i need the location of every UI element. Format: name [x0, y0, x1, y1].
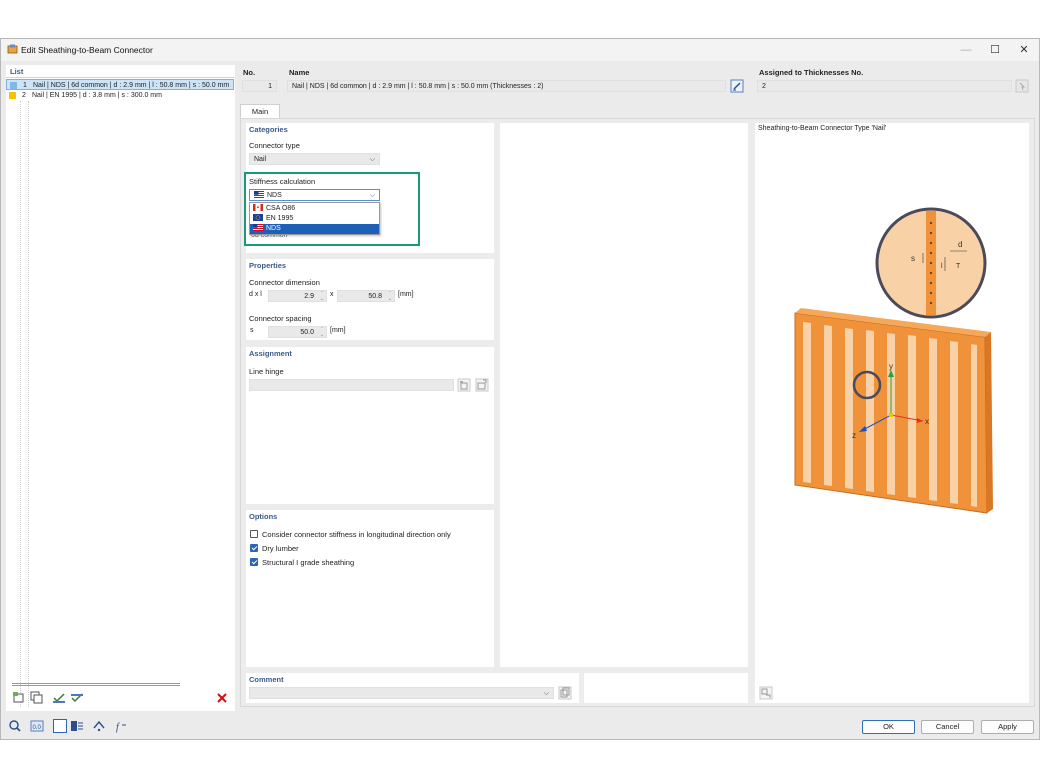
svg-text:0.0: 0.0: [33, 725, 42, 731]
horizontal-scrollbar[interactable]: [12, 683, 180, 684]
dimension-symbol: d x l: [249, 291, 262, 298]
name-label: Name: [289, 68, 310, 77]
assigned-field[interactable]: 2: [757, 80, 1012, 92]
copy-item-icon[interactable]: [30, 691, 44, 705]
longitudinal-only-checkbox[interactable]: [250, 530, 258, 538]
categories-title: Categories: [249, 125, 288, 134]
dialog-window: Edit Sheathing-to-Beam Connector — ☐ ✕ L…: [0, 38, 1040, 740]
spinner-icon[interactable]: ⌃ ⌄: [388, 291, 392, 301]
axis-x-label: x: [925, 417, 929, 426]
connector-type-value: Nail: [254, 156, 267, 163]
horizontal-scrollbar-track: [12, 685, 180, 686]
connector-type-label: Connector type: [249, 141, 300, 150]
detail-t-label: T: [956, 263, 961, 270]
highlight-frame: [244, 172, 420, 246]
info-icon[interactable]: [70, 719, 84, 733]
spacing-symbol: s: [250, 327, 254, 334]
edit-name-icon[interactable]: [730, 79, 744, 93]
l-input[interactable]: 50.8 ⌃ ⌄: [337, 290, 395, 302]
color-swatch: [9, 92, 16, 99]
chevron-down-icon: ⌵: [369, 156, 375, 163]
delete-icon[interactable]: [215, 691, 229, 705]
tab-main[interactable]: Main: [240, 104, 280, 119]
dry-lumber-checkbox[interactable]: [250, 544, 258, 552]
comment-side-panel: [584, 673, 748, 703]
list-item[interactable]: 1 Nail | NDS | 6d common | d : 2.9 mm | …: [6, 79, 234, 90]
cancel-button[interactable]: Cancel: [921, 720, 974, 734]
detail-s-label: s: [911, 254, 915, 263]
structural-i-checkbox[interactable]: [250, 558, 258, 566]
check-all-icon[interactable]: [52, 691, 66, 705]
properties-panel: Properties Connector dimension d x l 2.9…: [246, 259, 494, 340]
comment-input[interactable]: ⌵: [249, 687, 554, 699]
formula-icon[interactable]: f: [114, 719, 128, 733]
s-input[interactable]: 50.0 ⌃ ⌄: [268, 326, 327, 338]
select-line-hinge-icon[interactable]: [475, 378, 489, 392]
structural-i-label: Structural I grade sheathing: [262, 558, 355, 567]
name-field[interactable]: Nail | NDS | 6d common | d : 2.9 mm | l …: [287, 80, 726, 92]
comment-panel: Comment ⌵: [246, 673, 579, 703]
list-header: List: [10, 67, 24, 76]
no-field[interactable]: 1: [242, 80, 277, 92]
properties-title: Properties: [249, 261, 287, 270]
app-icon: [7, 44, 18, 54]
axis-y-label: y: [889, 362, 893, 371]
units-icon[interactable]: 0.0: [30, 719, 44, 733]
dry-lumber-label: Dry lumber: [262, 544, 299, 553]
uncheck-all-icon[interactable]: [70, 691, 84, 705]
middle-panel: [500, 123, 748, 667]
ok-button[interactable]: OK: [862, 720, 915, 734]
d-input[interactable]: 2.9 ⌃ ⌄: [268, 290, 327, 302]
list-divider: [6, 77, 235, 78]
assigned-label: Assigned to Thicknesses No.: [759, 68, 864, 77]
close-window-button[interactable]: ✕: [1017, 43, 1031, 57]
list-panel: List 1 Nail | NDS | 6d common | d : 2.9 …: [6, 65, 235, 711]
longitudinal-only-label: Consider connector stiffness in longitud…: [262, 530, 451, 539]
window-title: Edit Sheathing-to-Beam Connector: [21, 45, 153, 55]
spinner-icon[interactable]: ⌃ ⌄: [320, 291, 324, 301]
search-icon[interactable]: [8, 719, 22, 733]
assignment-panel: Assignment Line hinge: [246, 347, 494, 504]
svg-text:f: f: [116, 722, 120, 733]
tree-guide: [28, 101, 29, 707]
new-item-icon[interactable]: [12, 691, 26, 705]
new-line-hinge-icon[interactable]: [457, 378, 471, 392]
no-label: No.: [243, 68, 256, 77]
line-hinge-label: Line hinge: [249, 367, 284, 376]
d-value: 2.9: [304, 293, 314, 300]
title-bar: Edit Sheathing-to-Beam Connector — ☐ ✕: [1, 39, 1039, 61]
options-panel: Options Consider connector stiffness in …: [246, 510, 494, 667]
s-value: 50.0: [300, 329, 314, 336]
connector-illustration: x y z s d l T: [794, 207, 993, 514]
l-value: 50.8: [368, 293, 382, 300]
detail-d-label: d: [958, 240, 962, 249]
maximize-button[interactable]: ☐: [988, 43, 1002, 57]
comment-library-icon[interactable]: [558, 686, 572, 700]
pick-thickness-icon[interactable]: [1015, 79, 1029, 93]
chevron-down-icon: ⌵: [543, 690, 549, 697]
color-swatch: [10, 82, 17, 89]
preview-panel: Sheathing-to-Beam Connector Type 'Nail': [755, 123, 1029, 703]
dimension-unit: [mm]: [398, 291, 414, 298]
apply-button[interactable]: Apply: [981, 720, 1034, 734]
spacing-label: Connector spacing: [249, 314, 312, 323]
minimize-button[interactable]: —: [959, 43, 973, 57]
color-picker-icon[interactable]: [53, 719, 67, 733]
spinner-icon[interactable]: ⌃ ⌄: [320, 327, 324, 337]
tree-guide: [20, 101, 21, 707]
line-hinge-input[interactable]: [249, 379, 454, 391]
options-title: Options: [249, 512, 278, 521]
preview-options-icon[interactable]: [759, 686, 773, 700]
connector-type-select[interactable]: Nail ⌵: [249, 153, 380, 165]
axis-z-label: z: [852, 431, 856, 440]
x-separator: x: [330, 291, 334, 298]
list-item[interactable]: 2 Nail | EN 1995 | d : 3.8 mm | s : 300.…: [6, 90, 234, 101]
assignment-title: Assignment: [249, 349, 292, 358]
help-icon[interactable]: [92, 719, 106, 733]
dimension-label: Connector dimension: [249, 278, 320, 287]
list-item-no: 2: [22, 92, 26, 99]
spacing-unit: [mm]: [330, 327, 346, 334]
comment-title: Comment: [249, 675, 284, 684]
list-item-text: Nail | EN 1995 | d : 3.8 mm | s : 300.0 …: [32, 92, 162, 99]
